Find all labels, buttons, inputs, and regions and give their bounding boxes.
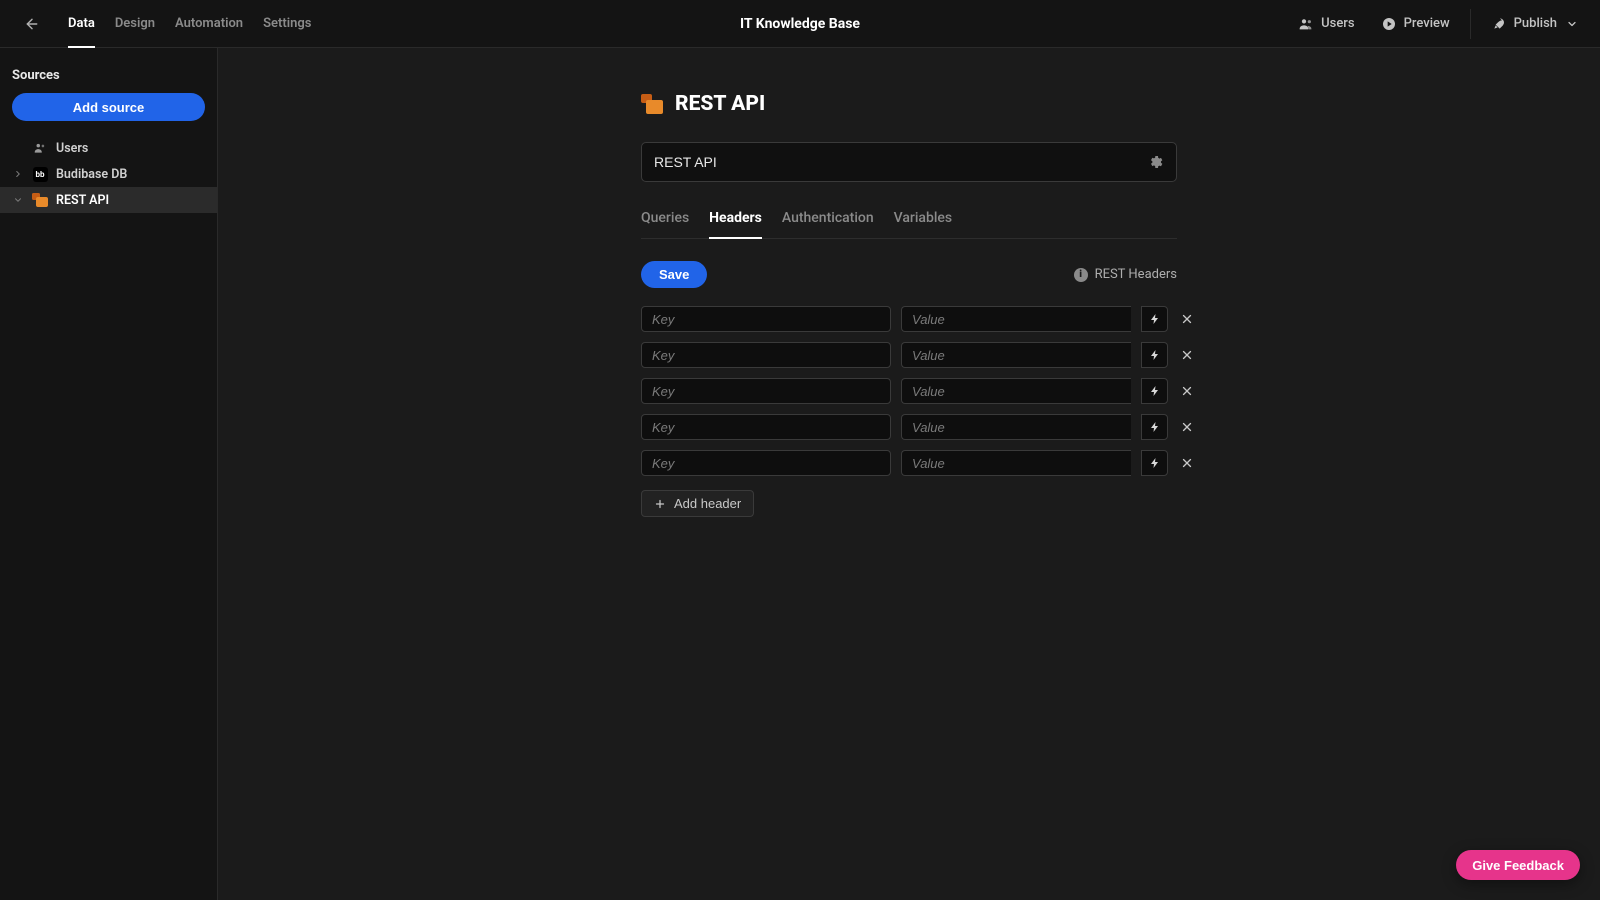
sidebar-item-label: REST API bbox=[56, 193, 109, 208]
header-value-wrap bbox=[901, 342, 1131, 368]
main-panel: REST API Queries Headers Authentication … bbox=[218, 48, 1600, 900]
header-key-input[interactable] bbox=[641, 342, 891, 368]
close-icon bbox=[1180, 456, 1194, 470]
page-title: REST API bbox=[675, 92, 765, 116]
sidebar: Sources Add source Users bb Budibase DB bbox=[0, 48, 218, 900]
datasource-name-input[interactable] bbox=[654, 154, 1148, 170]
rest-api-icon bbox=[641, 94, 663, 114]
give-feedback-button[interactable]: Give Feedback bbox=[1456, 850, 1580, 880]
info-icon: i bbox=[1074, 268, 1088, 282]
rocket-icon bbox=[1491, 16, 1507, 32]
topbar: Data Design Automation Settings IT Knowl… bbox=[0, 0, 1600, 48]
subtab-variables[interactable]: Variables bbox=[894, 210, 952, 238]
save-button[interactable]: Save bbox=[641, 261, 707, 288]
subtab-authentication[interactable]: Authentication bbox=[782, 210, 874, 238]
header-key-input[interactable] bbox=[641, 414, 891, 440]
sidebar-item-label: Budibase DB bbox=[56, 167, 127, 182]
header-row bbox=[641, 378, 1177, 404]
tab-automation[interactable]: Automation bbox=[165, 0, 253, 48]
header-value-wrap bbox=[901, 306, 1131, 332]
header-row bbox=[641, 450, 1177, 476]
tab-settings[interactable]: Settings bbox=[253, 0, 321, 48]
header-value-wrap bbox=[901, 450, 1131, 476]
header-rows bbox=[641, 306, 1177, 476]
back-button[interactable] bbox=[18, 10, 46, 38]
bindings-button[interactable] bbox=[1141, 378, 1168, 404]
settings-button[interactable] bbox=[1148, 154, 1164, 170]
publish-label: Publish bbox=[1514, 16, 1557, 31]
header-value-input[interactable] bbox=[901, 342, 1131, 368]
add-source-button[interactable]: Add source bbox=[12, 93, 205, 121]
bindings-button[interactable] bbox=[1141, 414, 1168, 440]
bindings-button[interactable] bbox=[1141, 450, 1168, 476]
close-icon bbox=[1180, 420, 1194, 434]
header-value-input[interactable] bbox=[901, 450, 1131, 476]
play-circle-icon bbox=[1381, 16, 1397, 32]
remove-header-button[interactable] bbox=[1177, 381, 1197, 401]
remove-header-button[interactable] bbox=[1177, 345, 1197, 365]
close-icon bbox=[1180, 312, 1194, 326]
remove-header-button[interactable] bbox=[1177, 309, 1197, 329]
arrow-left-icon bbox=[24, 16, 40, 32]
header-value-input[interactable] bbox=[901, 378, 1131, 404]
sub-tabs: Queries Headers Authentication Variables bbox=[641, 210, 1177, 239]
header-row bbox=[641, 306, 1177, 332]
chevron-down-icon bbox=[12, 195, 24, 205]
lightning-icon bbox=[1149, 349, 1161, 361]
header-value-wrap bbox=[901, 378, 1131, 404]
add-header-label: Add header bbox=[674, 496, 741, 511]
topbar-left: Data Design Automation Settings bbox=[18, 0, 321, 48]
header-row bbox=[641, 414, 1177, 440]
chevron-down-icon bbox=[1566, 18, 1578, 30]
sidebar-item-label: Users bbox=[56, 141, 88, 156]
bindings-button[interactable] bbox=[1141, 342, 1168, 368]
top-tabs: Data Design Automation Settings bbox=[58, 0, 321, 48]
bindings-button[interactable] bbox=[1141, 306, 1168, 332]
users-button[interactable]: Users bbox=[1286, 10, 1366, 38]
header-value-input[interactable] bbox=[901, 414, 1131, 440]
sidebar-item-budibase-db[interactable]: bb Budibase DB bbox=[0, 161, 217, 187]
header-row bbox=[641, 342, 1177, 368]
subtab-headers[interactable]: Headers bbox=[709, 210, 762, 238]
tab-data[interactable]: Data bbox=[58, 0, 105, 48]
content: Sources Add source Users bb Budibase DB bbox=[0, 48, 1600, 900]
close-icon bbox=[1180, 348, 1194, 362]
header-key-input[interactable] bbox=[641, 306, 891, 332]
topbar-right: Users Preview Publish bbox=[1286, 9, 1582, 39]
app-title: IT Knowledge Base bbox=[740, 16, 860, 32]
gear-icon bbox=[1148, 154, 1164, 170]
lightning-icon bbox=[1149, 385, 1161, 397]
sidebar-item-users[interactable]: Users bbox=[0, 135, 217, 161]
remove-header-button[interactable] bbox=[1177, 453, 1197, 473]
tab-design[interactable]: Design bbox=[105, 0, 165, 48]
chevron-right-icon bbox=[12, 169, 24, 179]
close-icon bbox=[1180, 384, 1194, 398]
bb-icon: bb bbox=[32, 166, 48, 182]
lightning-icon bbox=[1149, 313, 1161, 325]
users-label: Users bbox=[1321, 16, 1354, 31]
rest-headers-help[interactable]: i REST Headers bbox=[1074, 267, 1177, 282]
sidebar-item-rest-api[interactable]: REST API bbox=[0, 187, 217, 213]
datasource-name-row bbox=[641, 142, 1177, 182]
page-title-row: REST API bbox=[641, 92, 1177, 116]
lightning-icon bbox=[1149, 421, 1161, 433]
preview-label: Preview bbox=[1404, 16, 1450, 31]
users-icon bbox=[1298, 16, 1314, 32]
header-value-input[interactable] bbox=[901, 306, 1131, 332]
preview-button[interactable]: Preview bbox=[1369, 10, 1462, 38]
subtab-queries[interactable]: Queries bbox=[641, 210, 689, 238]
sidebar-heading: Sources bbox=[0, 58, 217, 93]
divider bbox=[1470, 9, 1471, 39]
plus-icon bbox=[654, 498, 666, 510]
publish-button[interactable]: Publish bbox=[1479, 10, 1582, 38]
users-icon bbox=[32, 140, 48, 156]
header-key-input[interactable] bbox=[641, 450, 891, 476]
add-header-button[interactable]: Add header bbox=[641, 490, 754, 517]
lightning-icon bbox=[1149, 457, 1161, 469]
remove-header-button[interactable] bbox=[1177, 417, 1197, 437]
rest-api-icon bbox=[32, 192, 48, 208]
rest-headers-label: REST Headers bbox=[1095, 267, 1177, 282]
header-value-wrap bbox=[901, 414, 1131, 440]
header-key-input[interactable] bbox=[641, 378, 891, 404]
